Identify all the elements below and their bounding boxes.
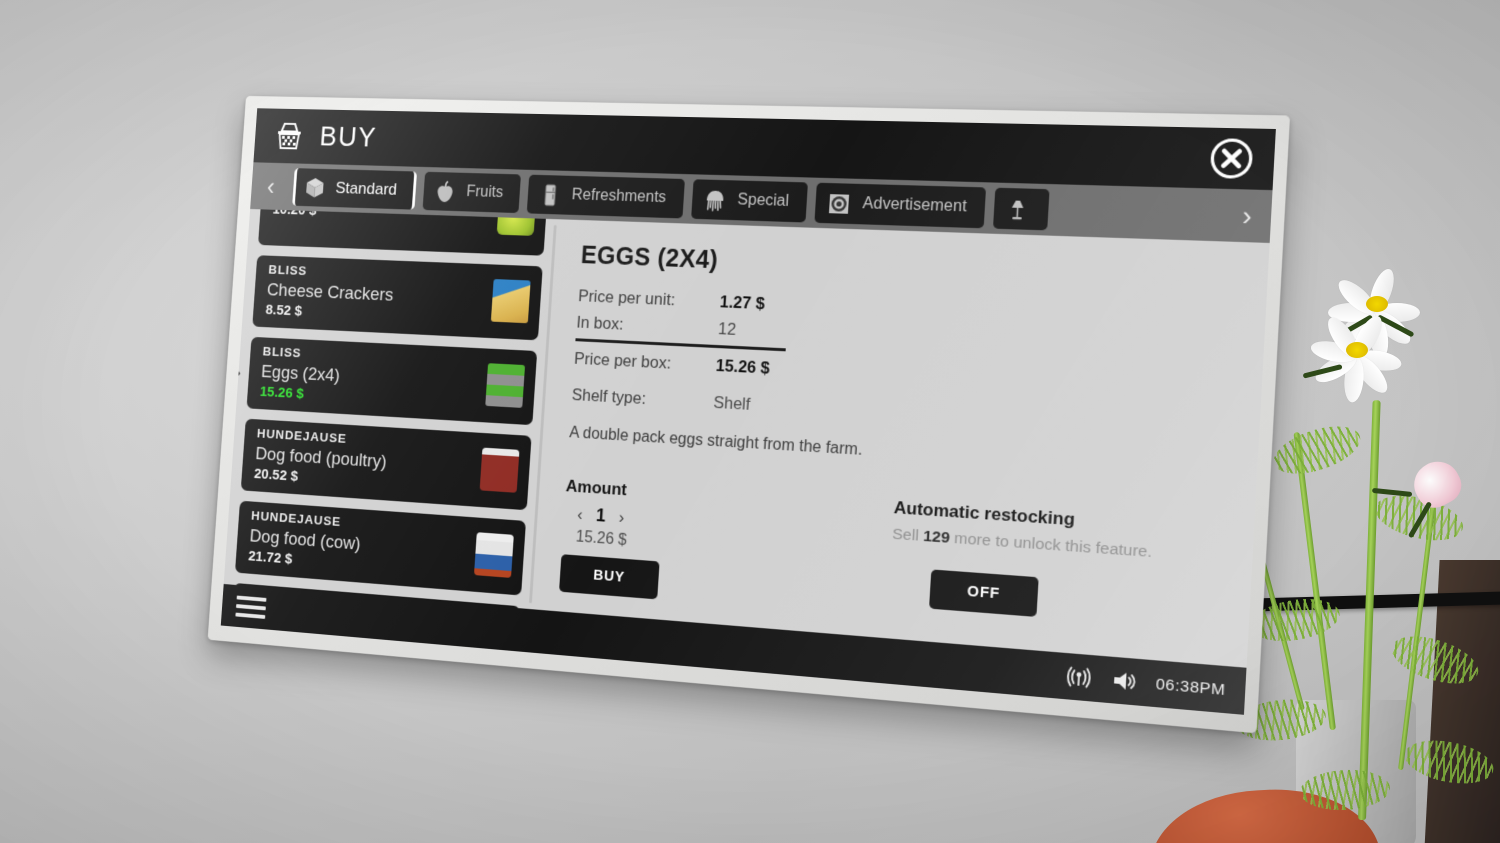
product-list: 10.20 $ BLISS Cheese Crackers 8.52 $ BLI…	[229, 208, 549, 610]
amount-section: Amount ‹ 1 › 15.26 $ BUY	[559, 476, 665, 600]
list-item[interactable]: HUNDEJAUSE Dog food (cow) 21.72 $	[234, 500, 526, 596]
restocking-note: Sell 129 more to unlock this feature.	[892, 525, 1153, 562]
buy-button[interactable]: BUY	[559, 554, 660, 600]
restocking-section: Automatic restocking Sell 129 more to un…	[887, 498, 1154, 639]
status-right-group: 06:38PM	[1065, 664, 1226, 703]
product-thumbnail	[479, 447, 520, 493]
product-thumbnail	[485, 363, 526, 408]
hamburger-menu-icon[interactable]	[235, 595, 267, 619]
amount-decrease-button[interactable]: ‹	[577, 504, 584, 524]
product-description: A double pack eggs straight from the far…	[568, 424, 863, 459]
spec-row-in-box: In box: 12	[576, 310, 900, 351]
spec-value: 12	[717, 319, 737, 339]
clock: 06:38PM	[1155, 674, 1226, 699]
spec-key: In box:	[576, 313, 625, 334]
target-board-icon	[826, 191, 853, 217]
wifi-broadcast-icon[interactable]	[1065, 664, 1094, 692]
monitor-perspective-wrap: BUY ‹ Standard Fruits Refreshments Speci…	[0, 0, 1500, 843]
spec-value: 1.27 $	[719, 293, 766, 314]
tab-label: Special	[737, 191, 790, 210]
note-suffix: more to unlock this feature.	[949, 529, 1153, 562]
product-list-pane[interactable]: 10.20 $ BLISS Cheese Crackers 8.52 $ BLI…	[224, 208, 559, 610]
tab-lamp[interactable]	[993, 187, 1050, 231]
screen: BUY ‹ Standard Fruits Refreshments Speci…	[220, 108, 1277, 715]
restocking-title: Automatic restocking	[893, 497, 1076, 530]
tab-label: Fruits	[465, 183, 504, 201]
tab-standard[interactable]: Standard	[292, 168, 418, 210]
jellyfish-icon	[702, 187, 728, 212]
note-prefix: Sell	[891, 525, 924, 546]
wall-monitor: BUY ‹ Standard Fruits Refreshments Speci…	[207, 95, 1291, 734]
amount-title: Amount	[565, 476, 628, 500]
page-title: BUY	[318, 121, 378, 153]
quantity-stepper: ‹ 1 ›	[563, 503, 662, 531]
amount-value: 1	[595, 505, 607, 526]
shopping-basket-icon	[273, 121, 305, 152]
spec-value: 15.26 $	[715, 357, 771, 379]
product-detail-pane: EGGS (2X4) Price per unit: 1.27 $ In box…	[533, 219, 1269, 667]
tab-fruits[interactable]: Fruits	[422, 171, 521, 214]
list-item[interactable]: BLISS Cheese Crackers 8.52 $	[252, 255, 543, 341]
fridge-icon	[537, 182, 562, 207]
tab-refreshments[interactable]: Refreshments	[526, 174, 685, 219]
amount-subtotal: 15.26 $	[575, 528, 628, 550]
tab-special[interactable]: Special	[690, 179, 809, 223]
list-item[interactable]: HUNDEJAUSE Dog food (poultry) 20.52 $	[240, 418, 532, 511]
note-count: 129	[922, 527, 951, 547]
restocking-toggle-button[interactable]: OFF	[929, 569, 1039, 617]
restock-toggle-wrap: OFF	[888, 566, 1150, 625]
amount-increase-button[interactable]: ›	[618, 507, 625, 527]
tab-label: Advertisement	[862, 195, 968, 216]
spec-row-shelf-type: Shelf type: Shelf	[571, 382, 895, 426]
box-icon	[303, 175, 327, 199]
room-scene: BUY ‹ Standard Fruits Refreshments Speci…	[0, 0, 1500, 843]
tab-label: Refreshments	[571, 186, 667, 207]
tab-advertisement[interactable]: Advertisement	[814, 182, 987, 229]
tabs-prev-arrow[interactable]: ‹	[254, 164, 288, 208]
tab-label: Standard	[334, 178, 398, 199]
product-thumbnail	[490, 279, 531, 324]
spec-value: Shelf	[712, 393, 751, 415]
lamp-icon	[1004, 196, 1032, 222]
spec-table: Price per unit: 1.27 $ In box: 12 Price …	[571, 284, 902, 427]
product-thumbnail	[473, 532, 514, 579]
list-item[interactable]: › BLISS Eggs (2x4) 15.26 $	[233, 336, 538, 426]
speaker-icon[interactable]	[1110, 667, 1139, 695]
apple-icon	[433, 179, 457, 204]
